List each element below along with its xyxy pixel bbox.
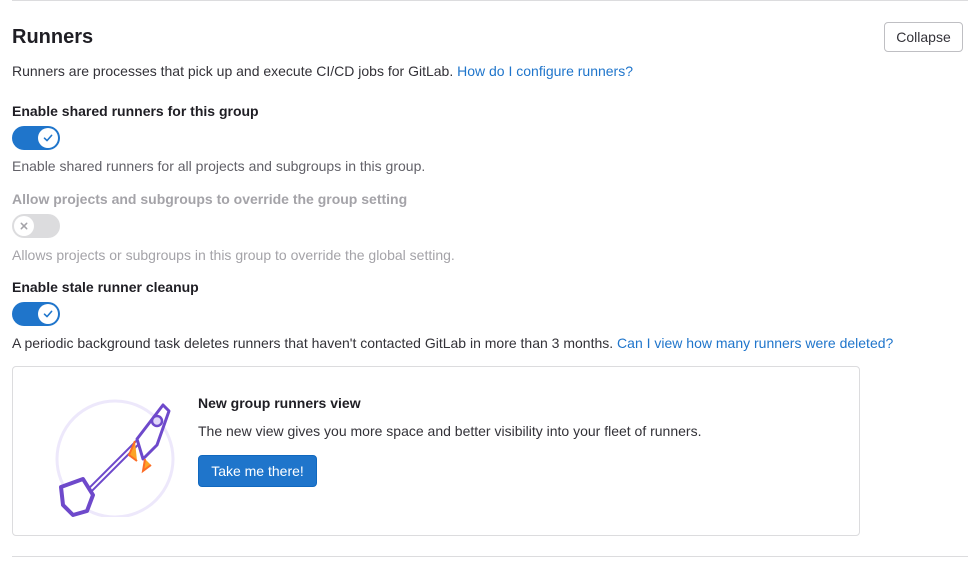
bottom-divider [12, 556, 968, 557]
take-me-there-button[interactable]: Take me there! [198, 455, 317, 487]
rocket-illustration-icon [55, 399, 175, 517]
stale-cleanup-help: A periodic background task deletes runne… [12, 335, 614, 351]
top-divider [12, 0, 968, 1]
promo-title: New group runners view [198, 395, 361, 411]
shared-runners-help: Enable shared runners for all projects a… [12, 158, 426, 174]
deleted-runners-link[interactable]: Can I view how many runners were deleted… [617, 335, 893, 351]
shared-runners-label: Enable shared runners for this group [12, 103, 259, 119]
check-icon [43, 310, 53, 318]
check-icon [43, 134, 53, 142]
override-help: Allows projects or subgroups in this gro… [12, 247, 455, 263]
toggle-knob [38, 304, 58, 324]
configure-runners-link[interactable]: How do I configure runners? [457, 63, 633, 79]
new-runners-view-card: New group runners view The new view give… [12, 366, 860, 536]
collapse-button[interactable]: Collapse [884, 22, 963, 52]
shared-runners-toggle[interactable] [12, 126, 60, 150]
stale-cleanup-toggle[interactable] [12, 302, 60, 326]
section-title: Runners [12, 26, 94, 48]
close-icon [20, 222, 28, 230]
override-label: Allow projects and subgroups to override… [12, 191, 408, 207]
stale-cleanup-help-row: A periodic background task deletes runne… [12, 335, 893, 351]
toggle-knob [38, 128, 58, 148]
stale-cleanup-label: Enable stale runner cleanup [12, 279, 199, 295]
section-description: Runners are processes that pick up and e… [12, 63, 633, 79]
section-description-text: Runners are processes that pick up and e… [12, 63, 454, 79]
promo-body: The new view gives you more space and be… [198, 423, 702, 439]
override-toggle[interactable] [12, 214, 60, 238]
toggle-knob [14, 216, 34, 236]
